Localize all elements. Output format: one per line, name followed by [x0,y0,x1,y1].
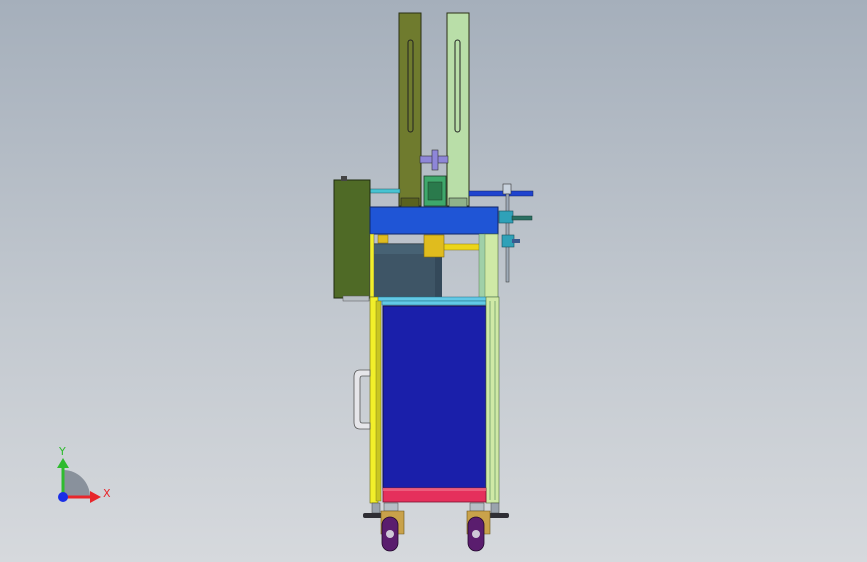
x-axis-arrowhead [90,491,101,503]
x-axis-label: X [103,487,111,500]
enclosure-panel[interactable] [382,305,487,490]
adjust-rod [419,149,449,171]
cad-viewport[interactable]: Y X [0,0,867,562]
blue-rod-right [468,190,534,197]
y-axis-label: Y [58,445,66,458]
frame-post-upper-right [483,233,499,299]
side-handle[interactable] [353,369,371,430]
guide-rod [369,188,401,194]
upright-plate-right[interactable] [446,12,470,207]
upright-plate-left[interactable] [398,12,422,207]
frame-post-right [485,296,500,504]
clamp-assembly[interactable] [498,183,533,283]
frame-post-left [369,296,382,504]
coordinate-triad: Y X [57,445,111,503]
caster-left [380,502,405,552]
top-beam[interactable] [369,206,499,235]
frame-cross-top-2 [381,300,487,306]
y-axis-arrowhead [57,458,69,468]
motor-housing[interactable] [333,176,371,302]
frame-post-upper-right-inner [478,233,486,299]
frame-post-upper-left [369,233,375,299]
caster-right [466,502,491,552]
frame-cross-top [369,296,499,302]
coupling [423,175,447,207]
z-axis-origin [58,492,68,502]
